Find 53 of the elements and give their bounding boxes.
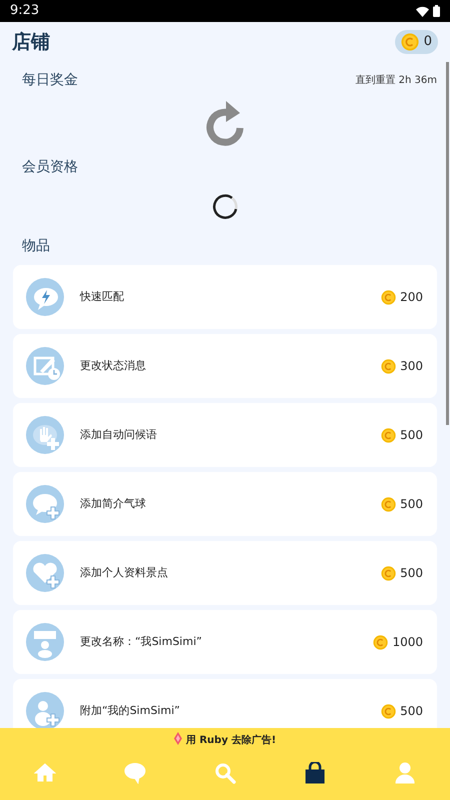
- item-card[interactable]: 添加个人资料景点 500: [13, 541, 437, 605]
- chat-icon: [124, 762, 146, 784]
- lightning-bubble-icon: [26, 278, 64, 316]
- section-title: 物品: [21, 237, 51, 256]
- coin-icon: [381, 704, 396, 718]
- item-price: 500: [400, 496, 423, 513]
- item-price: 500: [400, 565, 423, 582]
- item-card[interactable]: 添加自动问候语 500: [13, 403, 437, 467]
- item-name: 添加简介气球: [80, 496, 147, 512]
- item-card[interactable]: 更改名称：“我SimSimi” 1000: [13, 610, 437, 674]
- battery-icon: [433, 5, 440, 17]
- search-icon: [214, 762, 236, 784]
- name-tag-icon: [26, 623, 64, 661]
- item-card[interactable]: 附加“我的SimSimi” 500: [13, 679, 437, 728]
- profile-icon: [394, 762, 416, 784]
- coin-icon: [381, 496, 396, 512]
- item-name: 更改名称：“我SimSimi”: [80, 634, 203, 650]
- person-plus-icon: [26, 692, 64, 728]
- section-title: 每日奖金: [21, 71, 78, 90]
- ruby-icon: [174, 732, 182, 744]
- item-price: 1000: [392, 634, 423, 651]
- item-card[interactable]: 添加简介气球 500: [13, 472, 437, 536]
- remove-ads-link[interactable]: 用 Ruby 去除广告!: [186, 728, 276, 748]
- coin-icon: [381, 290, 396, 304]
- coin-icon: [381, 358, 396, 374]
- page-title: 店铺: [12, 30, 50, 55]
- item-price: 500: [400, 427, 423, 444]
- item-name: 添加自动问候语: [80, 426, 158, 443]
- item-price: 300: [400, 358, 423, 375]
- edit-clock-icon: [26, 347, 64, 385]
- bubble-plus-icon: [26, 485, 64, 523]
- loading-spinner: [212, 194, 238, 220]
- coin-icon: [400, 33, 419, 51]
- item-price: 200: [400, 289, 423, 306]
- item-price: 500: [400, 703, 423, 720]
- coin-icon: [381, 566, 396, 580]
- item-card[interactable]: 更改状态消息 300: [13, 334, 437, 398]
- status-time: 9:23: [10, 2, 40, 20]
- wifi-icon: [416, 6, 429, 16]
- shopping-bag-icon: [304, 762, 326, 784]
- item-name: 附加“我的SimSimi”: [80, 702, 181, 719]
- item-card[interactable]: 快速匹配 200: [13, 265, 437, 329]
- coin-icon: [373, 634, 388, 650]
- section-title: 会员资格: [21, 158, 79, 177]
- item-name: 快速匹配: [80, 288, 125, 305]
- hand-plus-icon: [26, 416, 64, 454]
- reset-timer: 直到重置 2h 36m: [355, 74, 437, 88]
- coin-balance[interactable]: 0: [394, 30, 438, 54]
- coin-icon: [381, 428, 396, 442]
- item-name: 添加个人资料景点: [80, 564, 169, 581]
- home-icon: [34, 762, 56, 784]
- heart-plus-icon: [26, 554, 64, 592]
- item-name: 更改状态消息: [80, 358, 147, 374]
